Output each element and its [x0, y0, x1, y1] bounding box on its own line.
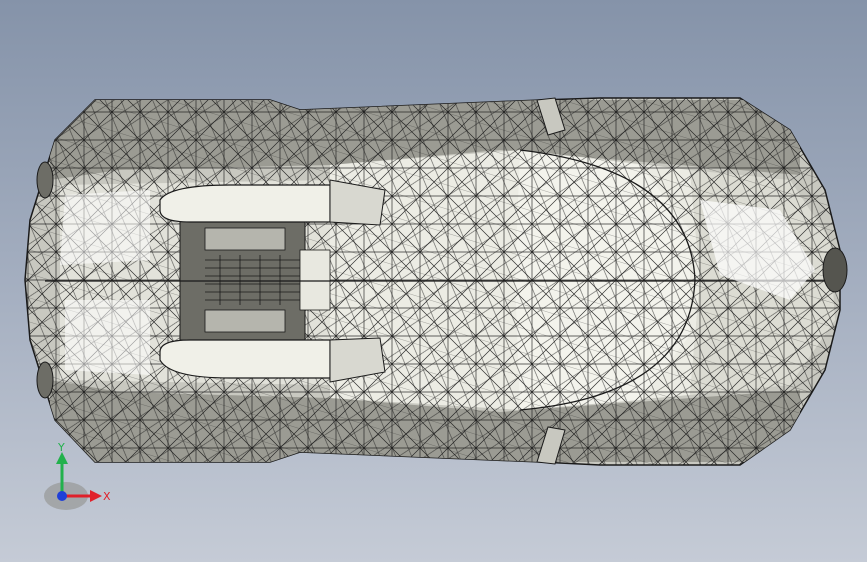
front-intake [822, 247, 848, 293]
car-mesh-model[interactable] [0, 0, 867, 562]
coordinate-triad: Y X [44, 441, 111, 510]
x-axis-label: X [103, 490, 111, 503]
right-intake [159, 339, 331, 379]
graphics-viewport[interactable]: Y X [0, 0, 867, 562]
y-axis-label: Y [57, 441, 65, 454]
left-intake [159, 184, 331, 223]
z-axis-origin [57, 491, 67, 501]
